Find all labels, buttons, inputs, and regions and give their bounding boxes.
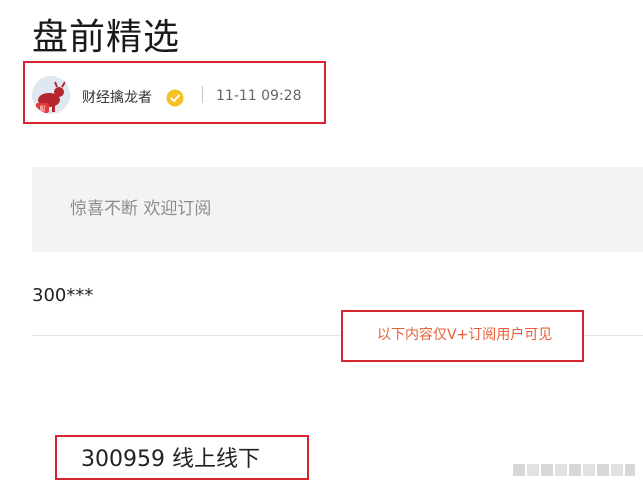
subscribe-banner-text: 惊喜不断 欢迎订阅 [70, 199, 212, 219]
highlight-stock-text: 300959 线上线下 [81, 447, 260, 472]
stock-code-text: 300*** [32, 285, 94, 306]
meta-divider [202, 86, 203, 103]
watermark-logo [513, 464, 635, 476]
bull-avatar-icon: 股 [32, 76, 70, 114]
author-avatar[interactable]: 股 [32, 76, 70, 114]
post-timestamp: 11-11 09:28 [216, 88, 302, 104]
paywall-notice[interactable]: 以下内容仅V+订阅用户可见 [377, 326, 552, 344]
author-name[interactable]: 财经擒龙者 [82, 89, 152, 107]
page-title: 盘前精选 [32, 17, 181, 58]
verified-badge-icon [166, 89, 184, 107]
